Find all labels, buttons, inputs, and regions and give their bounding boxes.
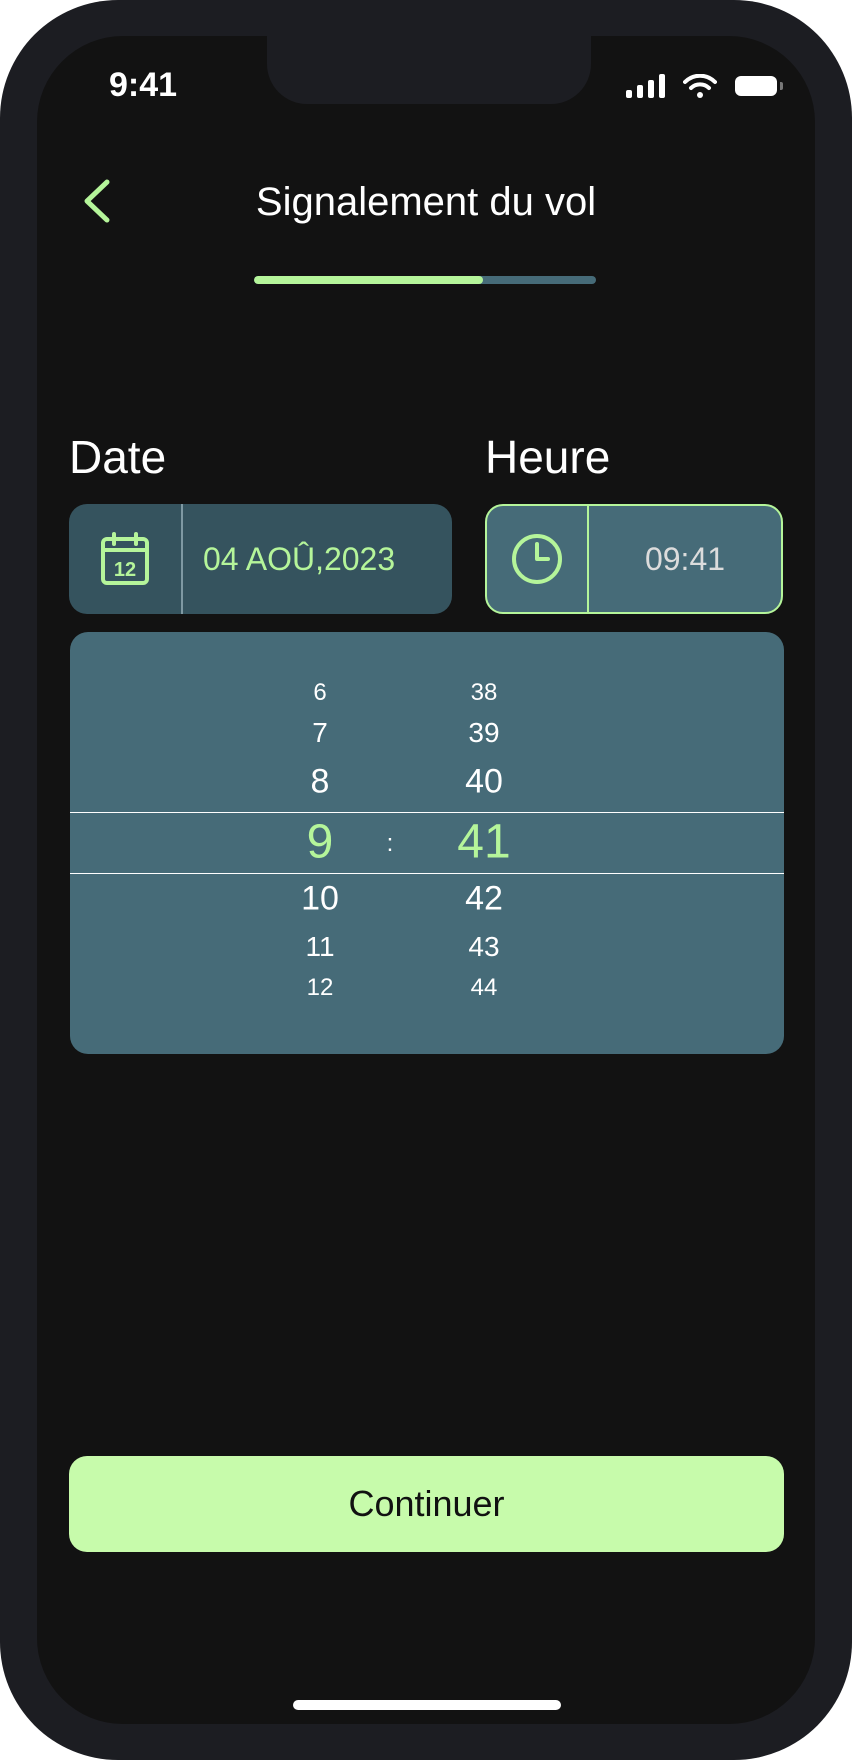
status-time: 9:41 <box>109 66 178 104</box>
screen: 9:41 Signalement du vol Date Heure 12 04… <box>37 36 815 1724</box>
date-field[interactable]: 12 04 AOÛ,2023 <box>69 504 452 614</box>
picker-separator: : <box>386 830 394 857</box>
cellular-signal-icon <box>626 74 665 98</box>
status-icons <box>626 74 783 98</box>
clock-icon <box>512 534 562 584</box>
battery-icon <box>735 76 783 96</box>
home-indicator[interactable] <box>293 1700 561 1710</box>
picker-selection-top-line <box>70 812 784 813</box>
wifi-icon <box>683 74 717 98</box>
hour-option[interactable]: 10 <box>260 880 380 919</box>
minute-option[interactable]: 39 <box>424 717 544 749</box>
minute-selected[interactable]: 41 <box>424 815 544 870</box>
minute-option[interactable]: 38 <box>424 679 544 707</box>
phone-frame: 9:41 Signalement du vol Date Heure 12 04… <box>0 0 852 1760</box>
time-value: 09:41 <box>644 540 726 577</box>
progress-bar-fill <box>254 276 484 284</box>
picker-selection-bottom-line <box>70 873 784 874</box>
hour-option[interactable]: 8 <box>260 763 380 802</box>
date-label: Date <box>69 431 167 483</box>
minute-option[interactable]: 40 <box>424 763 544 802</box>
notch <box>267 36 591 104</box>
minute-option[interactable]: 44 <box>424 974 544 1002</box>
hour-option[interactable]: 11 <box>260 931 380 963</box>
date-icon-cell: 12 <box>69 504 181 614</box>
continue-button[interactable]: Continuer <box>69 1456 784 1552</box>
hour-option[interactable]: 12 <box>260 974 380 1002</box>
time-icon-cell <box>487 506 587 612</box>
hour-selected[interactable]: 9 <box>260 815 380 870</box>
time-field[interactable]: 09:41 <box>485 504 783 614</box>
page-title: Signalement du vol <box>255 180 597 224</box>
calendar-icon-day: 12 <box>114 559 136 581</box>
minute-option[interactable]: 43 <box>424 931 544 963</box>
date-value: 04 AOÛ,2023 <box>203 540 396 577</box>
minute-option[interactable]: 42 <box>424 880 544 919</box>
time-label: Heure <box>485 431 611 483</box>
hour-option[interactable]: 6 <box>260 679 380 707</box>
time-picker[interactable]: 6 7 8 9 10 11 12 : 38 39 40 41 42 43 44 <box>70 632 784 1054</box>
progress-bar <box>254 276 596 284</box>
calendar-icon: 12 <box>101 532 149 585</box>
hour-option[interactable]: 7 <box>260 717 380 749</box>
